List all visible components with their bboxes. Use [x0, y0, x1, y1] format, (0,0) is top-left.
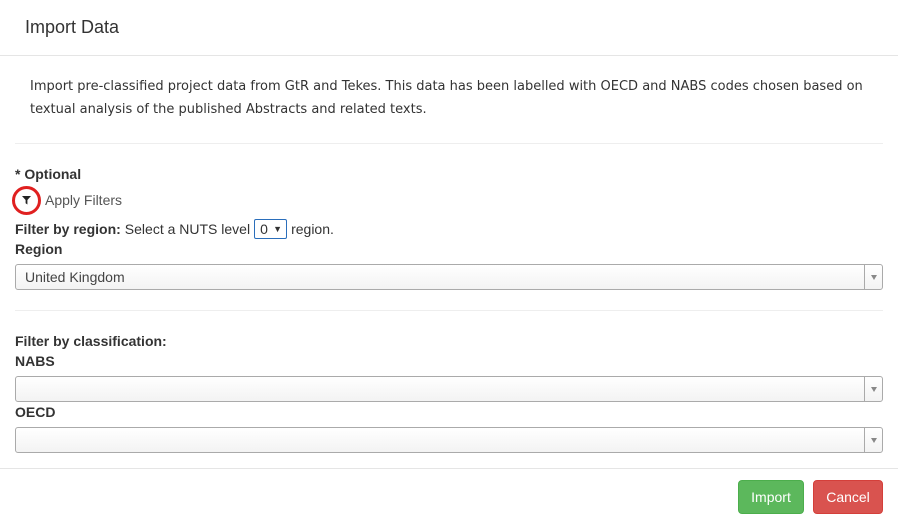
filter-by-region-label: Filter by region:	[15, 221, 121, 237]
filter-icon[interactable]	[12, 186, 41, 215]
cancel-button[interactable]: Cancel	[813, 480, 883, 514]
divider	[15, 143, 883, 144]
nuts-level-text: Select a NUTS level	[124, 221, 251, 237]
nuts-level-value: 0	[260, 221, 268, 237]
region-filter-line: Filter by region: Select a NUTS level 0 …	[15, 219, 334, 239]
dropdown-arrow-icon[interactable]	[864, 377, 882, 401]
apply-filters-toggle[interactable]: Apply Filters	[12, 186, 122, 215]
dropdown-arrow-icon[interactable]	[864, 428, 882, 452]
optional-label: * Optional	[15, 166, 82, 182]
nabs-label: NABS	[15, 353, 55, 369]
modal-footer: Import Cancel	[0, 468, 898, 528]
region-select-value: United Kingdom	[25, 269, 125, 285]
import-data-modal: Import Data Import pre-classified projec…	[0, 0, 898, 528]
region-select[interactable]: United Kingdom	[15, 264, 883, 290]
apply-filters-label[interactable]: Apply Filters	[45, 192, 122, 208]
import-button[interactable]: Import	[738, 480, 804, 514]
chevron-down-icon: ▼	[273, 224, 283, 234]
region-suffix-text: region.	[291, 221, 334, 237]
nabs-select[interactable]	[15, 376, 883, 402]
filter-by-classification-label: Filter by classification:	[15, 333, 167, 349]
modal-header: Import Data	[0, 0, 898, 56]
dropdown-arrow-icon[interactable]	[864, 265, 882, 289]
nuts-level-select[interactable]: 0 ▼	[254, 219, 288, 239]
oecd-label: OECD	[15, 404, 56, 420]
oecd-select[interactable]	[15, 427, 883, 453]
intro-text: Import pre-classified project data from …	[30, 79, 863, 117]
divider	[15, 310, 883, 311]
region-label: Region	[15, 241, 63, 257]
modal-title: Import Data	[25, 17, 120, 37]
